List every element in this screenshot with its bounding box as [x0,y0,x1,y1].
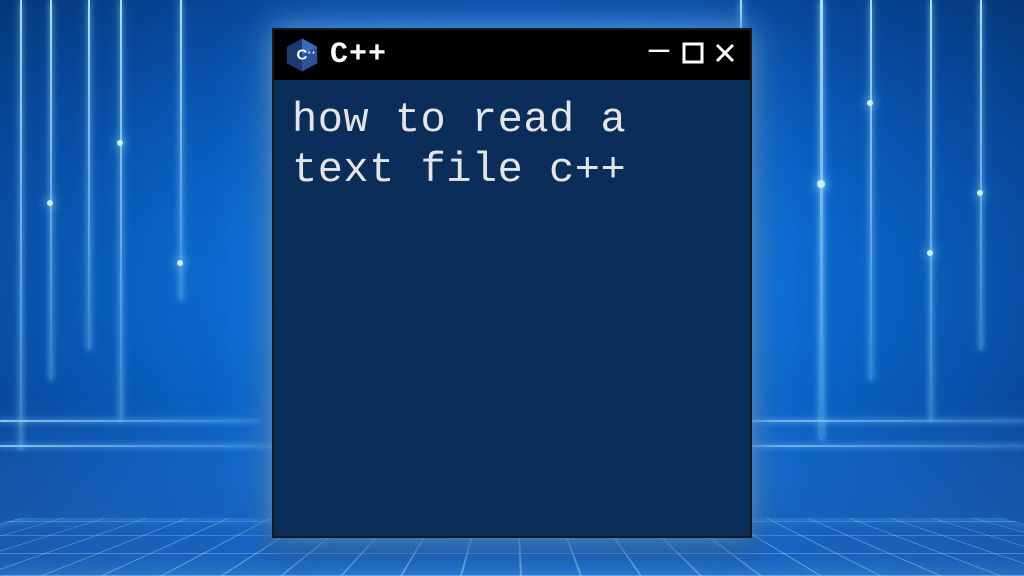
svg-text:+: + [312,50,315,56]
maximize-button[interactable] [678,42,708,68]
titlebar[interactable]: C + + C++ — [274,30,750,80]
terminal-content: how to read a text file c++ [274,80,750,536]
terminal-window: C + + C++ — how to read a text file c++ [272,28,752,538]
window-controls: — [642,38,740,72]
svg-text:C: C [297,46,308,63]
minimize-button[interactable]: — [642,32,676,66]
svg-text:+: + [308,50,311,56]
window-title: C++ [330,38,632,72]
close-button[interactable] [710,40,740,70]
cpp-icon: C + + [284,37,320,73]
